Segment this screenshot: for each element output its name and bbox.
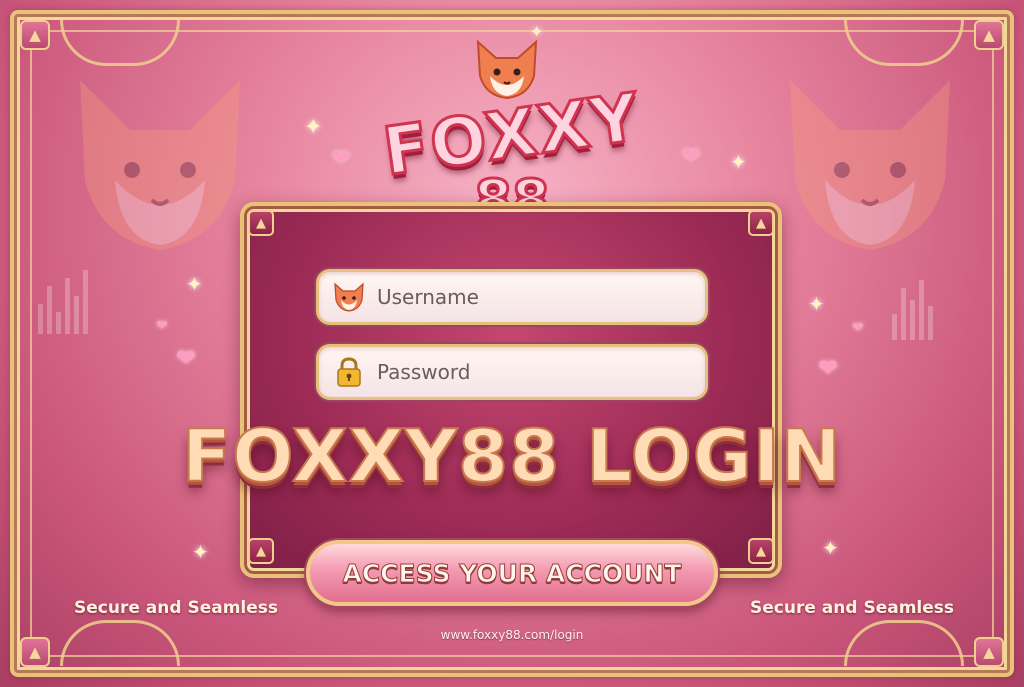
- heart-icon: ❤: [852, 320, 864, 336]
- cat-head-icon: ▲: [748, 210, 774, 236]
- fox-face-icon: [333, 281, 365, 313]
- password-field[interactable]: [316, 344, 708, 400]
- cat-head-icon: ▲: [248, 210, 274, 236]
- login-screen: ▲ ▲ ▲ ▲ ✦ ✦ ✦ ✦ ✦ ✦ ✦ ❤ ❤ ❤ ❤ ❤ ❤ FOXXY …: [0, 0, 1024, 687]
- username-field[interactable]: [316, 269, 708, 325]
- site-url: www.foxxy88.com/login: [440, 628, 584, 642]
- heart-icon: ❤: [176, 344, 197, 372]
- logo-fox-mascot-icon: [476, 39, 538, 100]
- cat-head-icon: ▲: [748, 538, 774, 564]
- heart-icon: ❤: [156, 318, 168, 334]
- username-input[interactable]: [377, 285, 697, 309]
- heart-icon: ❤: [682, 144, 701, 169]
- sparkle-icon: ✦: [186, 272, 203, 296]
- sparkle-icon: ✦: [304, 115, 323, 140]
- cat-head-icon: ▲: [248, 538, 274, 564]
- sparkle-icon: ✦: [808, 292, 825, 316]
- password-input[interactable]: [377, 360, 697, 384]
- padlock-icon: [333, 356, 365, 388]
- access-account-button[interactable]: ACCESS YOUR ACCOUNT: [306, 540, 718, 606]
- sparkle-icon: ✦: [730, 150, 747, 174]
- heart-icon: ❤: [818, 354, 839, 382]
- sparkle-icon: ✦: [822, 536, 839, 560]
- tagline-right: Secure and Seamless: [750, 598, 954, 618]
- cat-head-icon: ▲: [974, 20, 1004, 50]
- cat-head-icon: ▲: [20, 20, 50, 50]
- sparkle-icon: ✦: [192, 540, 209, 564]
- tagline-left: Secure and Seamless: [74, 598, 278, 618]
- page-title: FOXXY88 LOGIN: [181, 413, 842, 499]
- heart-icon: ❤: [332, 146, 351, 171]
